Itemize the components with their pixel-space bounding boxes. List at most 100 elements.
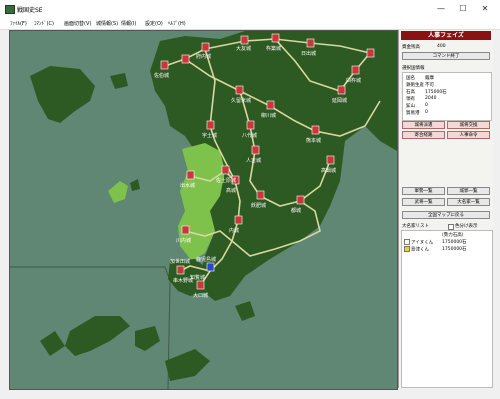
exchange-button[interactable]: 城将交換 [447, 121, 490, 129]
castle-marker[interactable] [271, 33, 280, 43]
castle-label: 飫肥城 [251, 202, 266, 209]
castle-marker[interactable] [240, 35, 249, 45]
info-value: 2040 [425, 96, 437, 101]
clan-color-swatch [404, 239, 410, 245]
castle-marker[interactable] [326, 155, 335, 165]
menu-help[interactable]: ﾍﾙﾌﾟ(H) [168, 20, 186, 27]
castle-label: 佐伯城 [154, 72, 169, 79]
castle-label: 日出城 [301, 50, 316, 57]
castle-marker[interactable] [251, 145, 260, 155]
clan-row[interactable]: 島津くん 1750000石 [404, 246, 467, 253]
castle-label: 熊本城 [306, 137, 321, 144]
info-key: 領有 [406, 97, 415, 102]
info-value: 不可 [425, 83, 434, 88]
castle-marker[interactable] [306, 38, 315, 48]
army-list-button[interactable]: 軍勢一覧 [402, 187, 445, 195]
clan-name: アイヌくん [411, 240, 434, 246]
fund-value: 400 [437, 44, 446, 49]
castle-label: 延岡城 [332, 97, 347, 104]
clan-row[interactable]: アイヌくん 1750000石 [404, 239, 467, 246]
info-value: 薩摩 [425, 76, 434, 81]
castle-label: 都城 [291, 207, 301, 214]
castle-marker[interactable] [181, 54, 190, 64]
castle-marker[interactable] [246, 120, 255, 130]
castle-marker[interactable] [186, 170, 195, 180]
castle-marker[interactable] [234, 215, 243, 225]
menu-view[interactable]: 画面切替(V) [64, 20, 91, 27]
info-key: 石高 [406, 90, 415, 95]
clan-koku: 1750000石 [442, 240, 467, 245]
kyushu-map: 佐伯城 府内城 大友城 杵築城 日出城 久留米城 柳川城 熊本城 宇土城 八代城… [10, 31, 397, 389]
castle-marker[interactable] [196, 280, 205, 290]
menu-bar: ﾌｧｲﾙ(F) ｺﾏﾝﾄﾞ(C) 画面切替(V) 城情報(S) 情報(I) 設定… [0, 18, 500, 30]
daimyo-list-button[interactable]: 大名家一覧 [447, 198, 490, 206]
castle-label: 内城 [229, 227, 239, 234]
clan-koku: 1750000石 [442, 247, 467, 252]
clan-list-header: (勢力石高) [442, 233, 464, 238]
castle-marker[interactable] [351, 65, 360, 75]
menu-info[interactable]: 情報(I) [121, 20, 136, 27]
castle-label: 串木野城 [173, 277, 193, 284]
info-value: 175000石 [425, 90, 447, 95]
castle-marker[interactable] [221, 165, 230, 175]
general-list-button[interactable]: 武将一覧 [402, 198, 445, 206]
info-value: 0 [425, 110, 428, 115]
fund-label: 資金残高 [402, 45, 420, 50]
clan-name: 島津くん [411, 247, 429, 253]
menu-castle-info[interactable]: 城情報(S) [96, 20, 118, 27]
castle-marker[interactable] [366, 48, 375, 58]
back-to-map-button[interactable]: 全国マップに戻る [402, 211, 490, 219]
castle-marker[interactable] [201, 42, 210, 52]
castle-label: 杵築城 [266, 45, 281, 52]
castle-marker[interactable] [337, 85, 346, 95]
map-view[interactable]: 佐伯城 府内城 大友城 杵築城 日出城 久留米城 柳川城 熊本城 宇土城 八代城… [9, 30, 398, 390]
castle-marker-selected[interactable] [206, 262, 215, 272]
end-command-button[interactable]: コマンド終了 [402, 52, 490, 60]
clan-list-label: 大名家リスト [402, 224, 429, 229]
castle-label: 高鍋城 [321, 167, 336, 174]
castle-label: 川内城 [176, 237, 191, 244]
clan-color-swatch [404, 246, 410, 252]
castle-label: 久留米城 [231, 97, 251, 104]
castle-label: 臼杵城 [346, 77, 361, 84]
castle-marker[interactable] [176, 265, 185, 275]
castle-label: 出水城 [180, 182, 195, 189]
castle-marker[interactable] [235, 85, 244, 95]
castle-marker[interactable] [311, 125, 320, 135]
castle-marker[interactable] [206, 120, 215, 130]
castle-marker[interactable] [256, 190, 265, 200]
castle-marker[interactable] [266, 100, 275, 110]
castle-marker[interactable] [160, 60, 169, 70]
castle-label: 大友城 [236, 45, 251, 52]
menu-file[interactable]: ﾌｧｲﾙ(F) [10, 20, 27, 27]
menu-command[interactable]: ｺﾏﾝﾄﾞ(C) [34, 20, 54, 27]
castle-label: 鹿児島城 [196, 256, 216, 263]
castle-marker[interactable] [181, 225, 190, 235]
menu-settings[interactable]: 設定(O) [145, 20, 163, 27]
castle-label: 柳川城 [261, 112, 276, 119]
selected-castle-label: 選択国情報 [402, 66, 425, 71]
personnel-button[interactable]: 人事命令 [447, 131, 490, 139]
side-panel: 人事フェイズ 資金残高 400 コマンド終了 選択国情報 国名 薩摩 鉄砲生産 … [398, 30, 493, 388]
castle-list-button[interactable]: 城郭一覧 [447, 187, 490, 195]
castle-label: 府内城 [196, 53, 211, 60]
info-key: 鉱山 [406, 104, 415, 109]
hire-button[interactable]: 寄合経路 [402, 131, 445, 139]
title-bar: 戦国史SE — ☐ ✕ [0, 0, 500, 18]
maximize-button[interactable]: ☐ [453, 3, 473, 15]
castle-label: 人吉城 [246, 157, 261, 164]
info-value: 0 [425, 103, 428, 108]
minimize-button[interactable]: — [431, 3, 451, 15]
clan-list[interactable]: (勢力石高) アイヌくん 1750000石 島津くん 1750000石 [401, 230, 493, 388]
castle-label: 高城 [226, 187, 236, 194]
castle-label: 加世田城 [170, 258, 190, 265]
window-title: 戦国史SE [17, 7, 43, 14]
app-icon [5, 5, 15, 14]
castle-label: 宇土城 [202, 132, 217, 139]
dispatch-button[interactable]: 城将派遣 [402, 121, 445, 129]
castle-marker[interactable] [296, 195, 305, 205]
info-key: 鉄砲生産 [406, 83, 424, 88]
info-key: 国名 [406, 76, 415, 81]
close-button[interactable]: ✕ [475, 3, 495, 15]
castle-label: 大口城 [193, 292, 208, 299]
